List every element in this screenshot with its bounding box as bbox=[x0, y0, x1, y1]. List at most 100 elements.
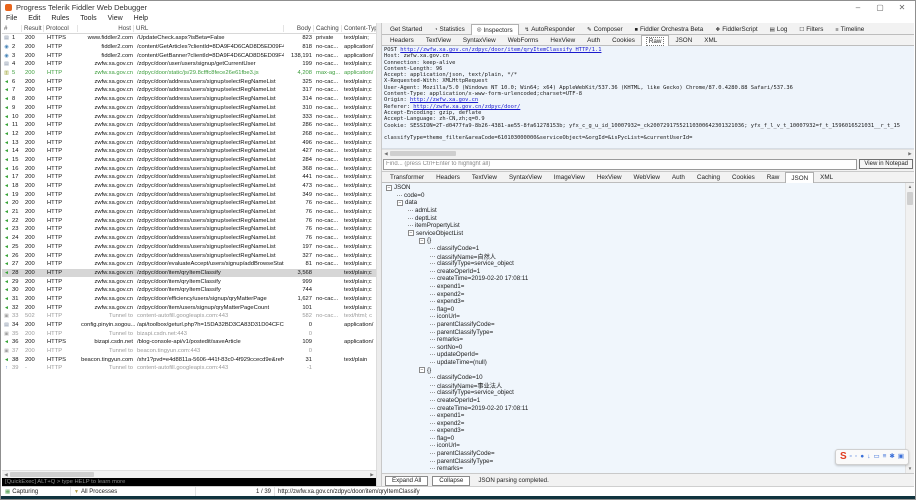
scroll-left-icon[interactable]: ◀ bbox=[382, 150, 390, 157]
collapse-toggle-icon[interactable]: − bbox=[419, 238, 425, 244]
json-tree-node[interactable]: parentClassifyType= bbox=[382, 328, 906, 336]
session-row[interactable]: ◄36200HTTPSbizapi.csdn.net/blog-console-… bbox=[2, 338, 376, 347]
tab-autoresponder[interactable]: ↯AutoResponder bbox=[519, 24, 581, 34]
session-row[interactable]: ◄16200HTTPzwfw.xa.gov.cn/zdpyc/door/addr… bbox=[2, 164, 376, 173]
json-tree-node[interactable]: createOperId=1 bbox=[382, 397, 906, 405]
sogou-tool-icon-7[interactable]: ▣ bbox=[898, 452, 904, 462]
request-tab-hexview[interactable]: HexView bbox=[544, 35, 581, 45]
json-tree-node[interactable]: −serviceObjectList bbox=[382, 230, 906, 238]
json-tree-node[interactable]: classifyType=service_object bbox=[382, 260, 906, 268]
session-row[interactable]: ◉2200HTTPfiddler2.com/content/GetArticle… bbox=[2, 43, 376, 52]
session-row[interactable]: ◄23200HTTPzwfw.xa.gov.cn/zdpyc/door/addr… bbox=[2, 225, 376, 234]
view-in-notepad-button[interactable]: View in Notepad bbox=[859, 159, 913, 169]
session-row[interactable]: ◄30200HTTPzwfw.xa.gov.cn/zdpyc/door/item… bbox=[2, 286, 376, 295]
json-tree-node[interactable]: updateOperId= bbox=[382, 351, 906, 359]
json-tree-node[interactable]: createOperId=1 bbox=[382, 268, 906, 276]
session-row[interactable]: ◄6200HTTPzwfw.xa.gov.cn/zdpyc/door/addre… bbox=[2, 77, 376, 86]
session-row[interactable]: ◄11200HTTPzwfw.xa.gov.cn/zdpyc/door/addr… bbox=[2, 121, 376, 130]
scrollbar-thumb[interactable] bbox=[10, 472, 94, 477]
request-url-link[interactable]: http://zwfw.xa.gov.cn/zdpyc/door/item/qr… bbox=[400, 47, 601, 53]
json-tree-node[interactable]: expend2= bbox=[382, 419, 906, 427]
response-tab-webview[interactable]: WebView bbox=[628, 172, 666, 182]
scroll-down-icon[interactable]: ▼ bbox=[906, 465, 914, 473]
column-header-result[interactable]: Result bbox=[22, 25, 44, 32]
tab-composer[interactable]: ✎Composer bbox=[581, 24, 629, 34]
collapse-toggle-icon[interactable]: − bbox=[419, 367, 425, 373]
session-row[interactable]: ◄19200HTTPzwfw.xa.gov.cn/zdpyc/door/addr… bbox=[2, 190, 376, 199]
json-tree-node[interactable]: −data bbox=[382, 199, 906, 207]
session-row[interactable]: ◄32200HTTPzwfw.xa.gov.cn/zdpyc/door/item… bbox=[2, 303, 376, 312]
column-header-content-typ[interactable]: Content-Typ bbox=[342, 25, 376, 32]
json-tree-node[interactable]: classifyName=事业法人 bbox=[382, 381, 906, 389]
response-tab-xml[interactable]: XML bbox=[814, 172, 839, 182]
tab-log[interactable]: ▤Log bbox=[764, 24, 794, 34]
sogou-input-toolbar[interactable]: S ▫◦●↓▭≡✱▣ bbox=[835, 449, 909, 465]
session-row[interactable]: ◄21200HTTPzwfw.xa.gov.cn/zdpyc/door/addr… bbox=[2, 208, 376, 217]
response-tab-json[interactable]: JSON bbox=[785, 172, 814, 183]
menu-tools[interactable]: Tools bbox=[80, 15, 96, 22]
session-row[interactable]: ◄27200HTTPzwfw.xa.gov.cn/zdpyc/door/eval… bbox=[2, 260, 376, 269]
json-tree-node[interactable]: flag=0 bbox=[382, 306, 906, 314]
response-tab-caching[interactable]: Caching bbox=[691, 172, 726, 182]
column-header-#[interactable]: # bbox=[2, 25, 22, 32]
column-header-host[interactable]: Host bbox=[78, 25, 134, 32]
session-row[interactable]: ◄9200HTTPzwfw.xa.gov.cn/zdpyc/door/addre… bbox=[2, 104, 376, 113]
session-row[interactable]: ◄22200HTTPzwfw.xa.gov.cn/zdpyc/door/addr… bbox=[2, 216, 376, 225]
sogou-tool-icon-3[interactable]: ↓ bbox=[867, 452, 870, 462]
session-row[interactable]: ◄14200HTTPzwfw.xa.gov.cn/zdpyc/door/addr… bbox=[2, 147, 376, 156]
session-row[interactable]: ↑39-HTTPTunnel tocontent-autofill.google… bbox=[2, 364, 376, 373]
response-tab-cookies[interactable]: Cookies bbox=[726, 172, 761, 182]
json-tree-node[interactable]: flag=0 bbox=[382, 435, 906, 443]
session-row[interactable]: ◄26200HTTPzwfw.xa.gov.cn/zdpyc/door/addr… bbox=[2, 251, 376, 260]
request-tab-raw[interactable]: Raw bbox=[641, 35, 670, 46]
sogou-tool-icon-5[interactable]: ≡ bbox=[883, 452, 887, 462]
scroll-up-icon[interactable]: ▲ bbox=[906, 183, 914, 191]
tab-fiddlerscript[interactable]: ❖FiddlerScript bbox=[709, 24, 763, 34]
json-tree-node[interactable]: −{} bbox=[382, 237, 906, 245]
sogou-tool-icon-0[interactable]: ▫ bbox=[850, 452, 852, 462]
collapse-button[interactable]: Collapse bbox=[432, 476, 470, 486]
tab-statistics[interactable]: ◔Statistics bbox=[428, 24, 471, 34]
menu-file[interactable]: File bbox=[6, 15, 17, 22]
json-tree-node[interactable]: iconUrl= bbox=[382, 313, 906, 321]
json-tree-node[interactable]: parentClassifyCode= bbox=[382, 450, 906, 458]
scrollbar-thumb[interactable] bbox=[907, 192, 913, 205]
request-tab-auth[interactable]: Auth bbox=[581, 35, 606, 45]
json-tree-node[interactable]: code=0 bbox=[382, 192, 906, 200]
session-row[interactable]: ◄24200HTTPzwfw.xa.gov.cn/zdpyc/door/addr… bbox=[2, 234, 376, 243]
sogou-tool-icon-6[interactable]: ✱ bbox=[889, 452, 894, 462]
response-tab-headers[interactable]: Headers bbox=[430, 172, 466, 182]
json-tree-vscrollbar[interactable]: ▲ ▼ bbox=[905, 183, 914, 473]
collapse-toggle-icon[interactable]: − bbox=[386, 185, 392, 191]
session-row[interactable]: ◄28200HTTPzwfw.xa.gov.cn/zdpyc/door/item… bbox=[2, 269, 376, 278]
tab-filters[interactable]: ☐Filters bbox=[793, 24, 829, 34]
session-row[interactable]: ◄20200HTTPzwfw.xa.gov.cn/zdpyc/door/addr… bbox=[2, 199, 376, 208]
response-tab-hexview[interactable]: HexView bbox=[591, 172, 628, 182]
json-tree-node[interactable]: deptList bbox=[382, 214, 906, 222]
json-tree-node[interactable]: expend2= bbox=[382, 290, 906, 298]
column-header-url[interactable]: URL bbox=[134, 25, 284, 32]
session-row[interactable]: ▣37200HTTPTunnel tobeacon.tingyun.com:44… bbox=[2, 347, 376, 356]
json-tree-node[interactable]: classifyName=自然人 bbox=[382, 252, 906, 260]
session-row[interactable]: ◄29200HTTPzwfw.xa.gov.cn/zdpyc/door/item… bbox=[2, 277, 376, 286]
session-row[interactable]: ▤1200HTTPSwww.fiddler2.com/UpdateCheck.a… bbox=[2, 34, 376, 43]
json-tree-node[interactable]: updateTime=(null) bbox=[382, 359, 906, 367]
process-filter[interactable]: ▼ All Processes bbox=[71, 487, 196, 496]
session-row[interactable]: ▣35200HTTPTunnel tobizapi.csdn.net:4430 bbox=[2, 329, 376, 338]
response-tab-raw[interactable]: Raw bbox=[761, 172, 786, 182]
request-raw-view[interactable]: POST http://zwfw.xa.gov.cn/zdpyc/door/it… bbox=[382, 46, 914, 149]
session-row[interactable]: ◄38200HTTPSbeacon.tingyun.com/xhr1?pvd=e… bbox=[2, 355, 376, 364]
json-tree-node[interactable]: expend3= bbox=[382, 427, 906, 435]
maximize-button[interactable]: ▢ bbox=[869, 2, 891, 14]
collapse-toggle-icon[interactable]: − bbox=[397, 200, 403, 206]
minimize-button[interactable]: – bbox=[847, 2, 869, 14]
menu-rules[interactable]: Rules bbox=[51, 15, 69, 22]
tab-inspectors[interactable]: ◎Inspectors bbox=[471, 24, 519, 35]
menu-help[interactable]: Help bbox=[134, 15, 148, 22]
json-tree-node[interactable]: createTime=2019-02-20 17:08:11 bbox=[382, 404, 906, 412]
session-row[interactable]: ◄13200HTTPzwfw.xa.gov.cn/zdpyc/door/addr… bbox=[2, 138, 376, 147]
request-tab-headers[interactable]: Headers bbox=[384, 35, 420, 45]
json-tree-node[interactable]: sortNo=0 bbox=[382, 343, 906, 351]
response-tab-textview[interactable]: TextView bbox=[466, 172, 503, 182]
json-tree-node[interactable]: −JSON bbox=[382, 184, 906, 192]
